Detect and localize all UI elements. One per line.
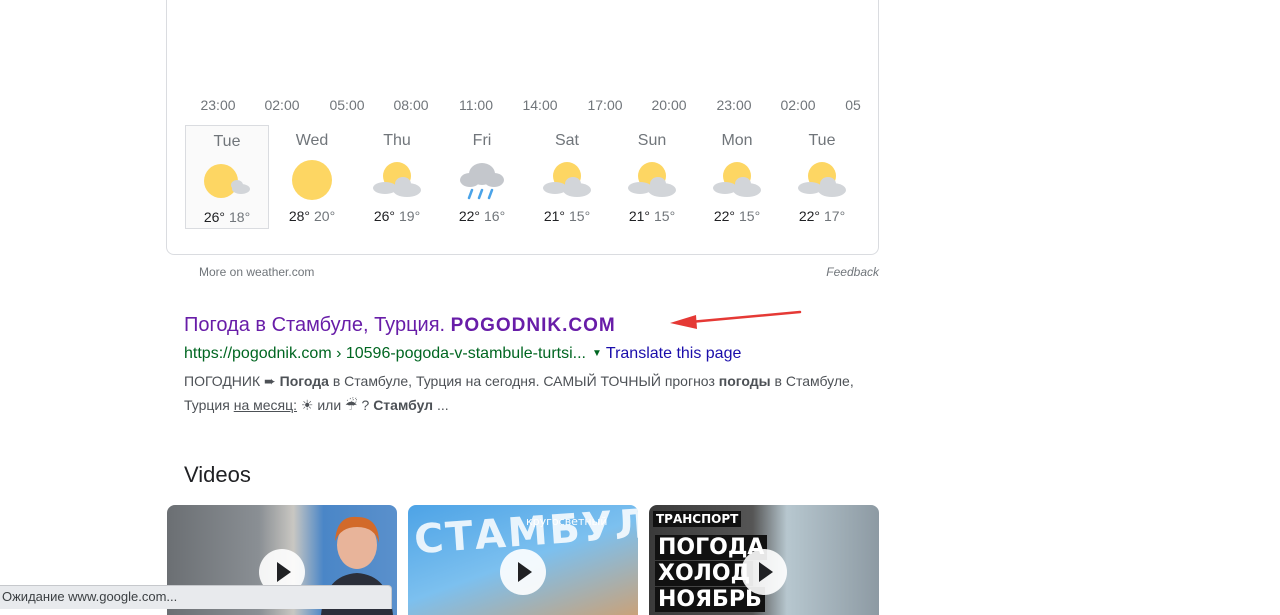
- snippet-text: ☀ или ☔ ?: [297, 397, 374, 413]
- forecast-day-fri[interactable]: Fri 22° 16°: [440, 125, 524, 229]
- forecast-day-tue-next[interactable]: Tue 22° 17°: [780, 125, 864, 229]
- snippet-text: ...: [433, 397, 449, 413]
- hour-label: 02:00: [264, 97, 300, 113]
- temp-low: 16°: [484, 208, 506, 224]
- temp-low: 20°: [314, 208, 336, 224]
- hour-label: 17:00: [587, 97, 623, 113]
- day-name: Thu: [383, 132, 411, 149]
- day-name: Sun: [637, 132, 667, 149]
- red-arrow-annotation-icon: [670, 310, 802, 329]
- snippet-bold: Погода: [279, 373, 329, 389]
- snippet-text: в Стамбуле, Турция на сегодня. САМЫЙ ТОЧ…: [328, 373, 719, 389]
- temp-high: 26°: [373, 208, 395, 224]
- sun-icon: [292, 160, 332, 200]
- browser-status-bar: Ожидание www.google.com...: [0, 585, 392, 609]
- temp-high: 22°: [458, 208, 480, 224]
- result-title-link[interactable]: Погода в Стамбуле, Турция. POGODNIK.COM: [184, 312, 616, 339]
- video-thumbnail[interactable]: ТРАНСПОРТ ПОГОДА ХОЛОД НОЯБРЬ: [649, 505, 879, 615]
- day-name: Tue: [213, 133, 241, 150]
- forecast-day-sat[interactable]: Sat 21° 15°: [525, 125, 609, 229]
- video-overlay-text: кругосветный: [526, 515, 608, 528]
- day-name: Fri: [472, 132, 492, 149]
- play-icon[interactable]: [500, 549, 546, 595]
- day-name: Mon: [721, 132, 753, 149]
- forecast-day-mon[interactable]: Mon 22° 15°: [695, 125, 779, 229]
- videos-heading: Videos: [184, 462, 251, 487]
- temp-low: 15°: [569, 208, 591, 224]
- day-name: Sat: [554, 132, 579, 149]
- hour-label: 08:00: [393, 97, 429, 113]
- partly-cloudy-icon: [543, 162, 591, 197]
- video-thumbnail[interactable]: СТАМБУЛ кругосветный: [408, 505, 638, 615]
- day-name: Wed: [295, 132, 329, 149]
- sun-cloud-icon: [204, 164, 250, 198]
- hour-label: 02:00: [780, 97, 816, 113]
- result-title-brand: POGODNIK.COM: [450, 315, 616, 336]
- temp-high: 21°: [628, 208, 650, 224]
- caret-down-icon[interactable]: ▼: [592, 348, 602, 359]
- forecast-day-wed[interactable]: Wed 28° 20°: [270, 125, 354, 229]
- hour-label: 14:00: [522, 97, 558, 113]
- partly-cloudy-icon: [373, 162, 421, 197]
- snippet-text: ПОГОДНИК ➨: [184, 373, 280, 389]
- temp-low: 15°: [654, 208, 676, 224]
- hour-label: 23:00: [716, 97, 752, 113]
- temp-high: 22°: [713, 208, 735, 224]
- temp-low: 17°: [824, 208, 846, 224]
- video-overlay-text: НОЯБРЬ: [655, 587, 765, 612]
- daily-forecast: Tue 26° 18° Wed 28° 20° Thu 26° 19° Fri …: [185, 125, 865, 229]
- temp-low: 15°: [739, 208, 761, 224]
- feedback-link[interactable]: Feedback: [826, 265, 879, 279]
- partly-cloudy-icon: [713, 162, 761, 197]
- hour-label: 11:00: [459, 97, 493, 113]
- forecast-day-thu[interactable]: Thu 26° 19°: [355, 125, 439, 229]
- temp-low: 19°: [399, 208, 421, 224]
- forecast-day-tue[interactable]: Tue 26° 18°: [185, 125, 269, 229]
- result-url-line: https://pogodnik.com › 10596-pogoda-v-st…: [184, 343, 884, 365]
- forecast-day-sun[interactable]: Sun 21° 15°: [610, 125, 694, 229]
- snippet-underlined: на месяц:: [233, 397, 298, 413]
- rain-icon: [460, 163, 504, 200]
- result-title-text: Погода в Стамбуле, Турция.: [184, 314, 446, 336]
- partly-cloudy-icon: [798, 162, 846, 197]
- hour-label: 05:00: [329, 97, 365, 113]
- video-overlay-text: ХОЛОД: [655, 561, 754, 586]
- translate-link[interactable]: Translate this page: [606, 345, 741, 362]
- result-url[interactable]: https://pogodnik.com › 10596-pogoda-v-st…: [184, 345, 586, 362]
- weather-card: 23:00 02:00 05:00 08:00 11:00 14:00 17:0…: [166, 0, 879, 255]
- hour-label: 23:00: [200, 97, 236, 113]
- temp-high: 21°: [543, 208, 565, 224]
- partly-cloudy-icon: [628, 162, 676, 197]
- day-name: Tue: [808, 132, 836, 149]
- video-overlay-text: ТРАНСПОРТ: [653, 511, 742, 527]
- temp-high: 22°: [798, 208, 820, 224]
- more-on-weather-link[interactable]: More on weather.com: [199, 265, 314, 279]
- hour-label: 20:00: [651, 97, 687, 113]
- temp-high: 26°: [203, 209, 225, 225]
- temp-high: 28°: [288, 208, 310, 224]
- play-icon[interactable]: [741, 549, 787, 595]
- snippet-bold: погоды: [718, 373, 771, 389]
- result-snippet: ПОГОДНИК ➨ Погода в Стамбуле, Турция на …: [184, 369, 884, 417]
- snippet-bold: Стамбул: [373, 397, 434, 413]
- hour-label: 05: [845, 97, 861, 113]
- temp-low: 18°: [229, 209, 251, 225]
